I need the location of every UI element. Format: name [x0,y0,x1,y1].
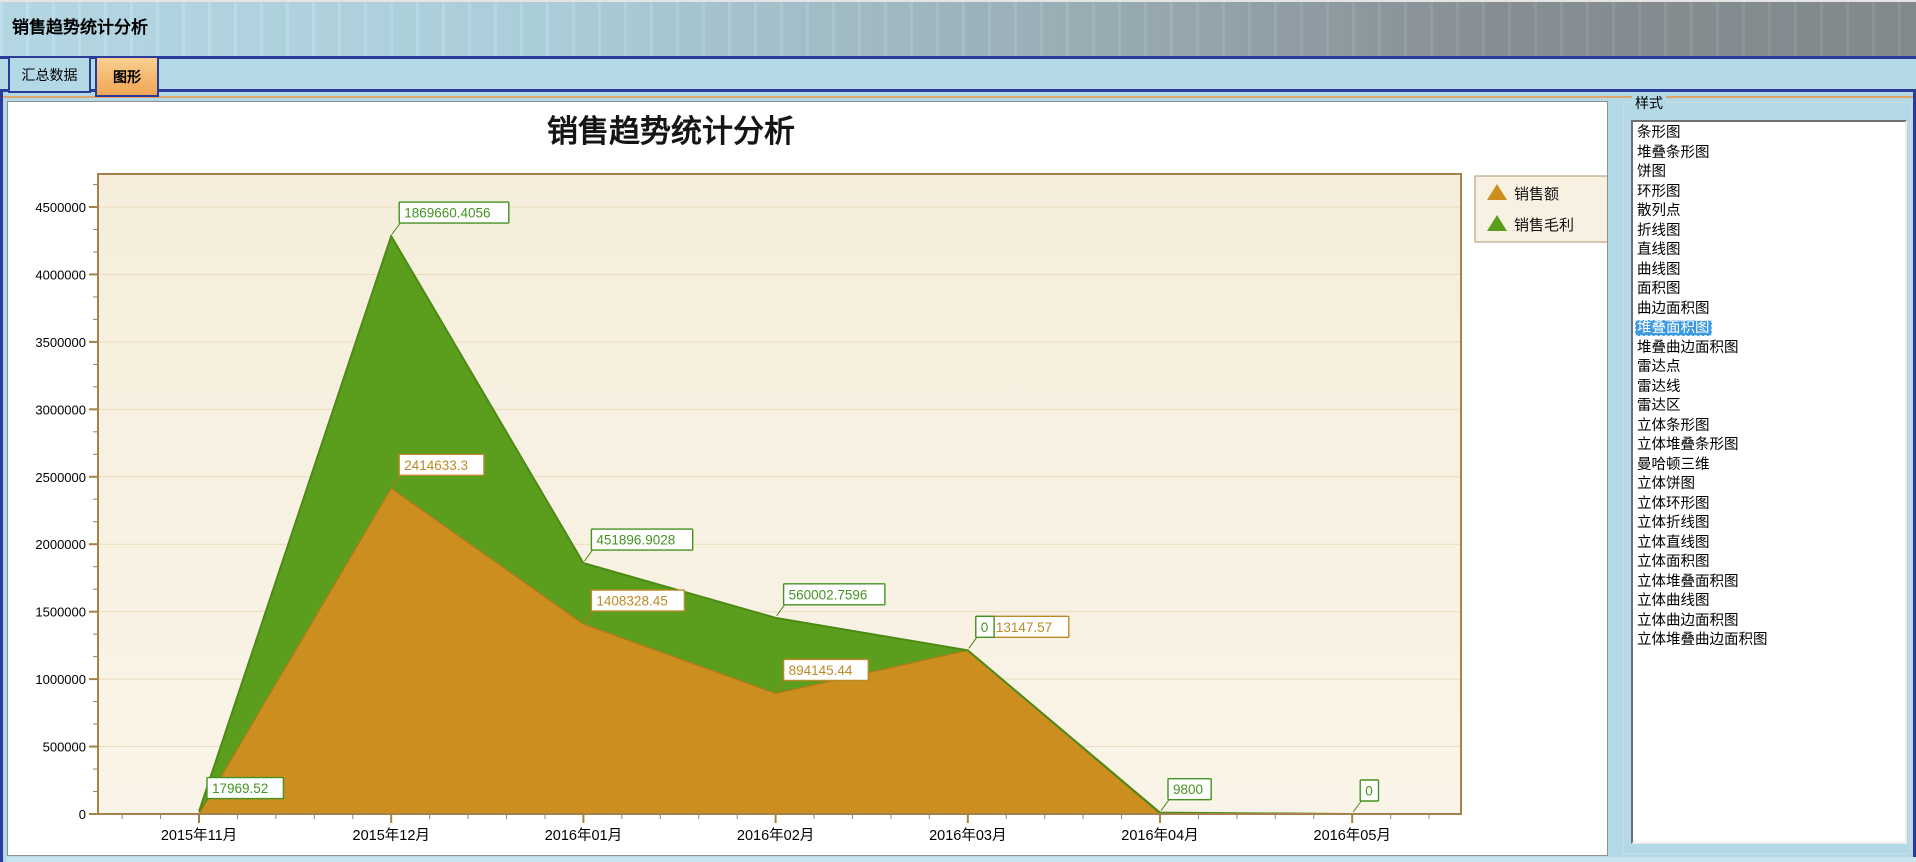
chart-style-listbox[interactable]: 条形图堆叠条形图饼图环形图散列点折线图直线图曲线图面积图曲边面积图堆叠面积图堆叠… [1631,120,1907,844]
style-option[interactable]: 曼哈顿三维 [1635,456,1905,476]
y-axis-label: 2500000 [35,470,86,485]
legend-entry: 销售额 [1514,186,1559,203]
sales-trend-chart: 0 500000 1000000 1500000 2000000 2500000 30000… [8,102,1607,855]
style-group-title: 样式 [1632,93,1666,113]
style-option[interactable]: 雷达线 [1635,378,1905,398]
y-axis-label: 1500000 [35,605,86,620]
y-axis-label: 1000000 [35,672,86,687]
value-label: 1408328.45 [596,594,667,609]
y-axis-label: 0 [79,807,86,822]
x-axis-label: 2015年12月 [353,827,430,844]
value-label: 2414633.3 [404,458,468,473]
x-axis-label: 2016年01月 [545,827,622,844]
tabstrip-divider [0,56,1916,59]
chart-panel: 0 500000 1000000 1500000 2000000 2500000 30000… [7,101,1608,856]
y-axis-label: 3500000 [35,335,86,350]
style-option[interactable]: 立体堆叠条形图 [1635,436,1905,456]
x-axis-label: 2016年05月 [1314,827,1391,844]
style-option[interactable]: 立体环形图 [1635,495,1905,515]
style-option[interactable]: 折线图 [1635,222,1905,242]
tab-label: 汇总数据 [22,65,78,85]
style-option[interactable]: 直线图 [1635,241,1905,261]
style-option[interactable]: 环形图 [1635,183,1905,203]
style-option[interactable]: 堆叠条形图 [1635,144,1905,164]
y-axis-label: 2000000 [35,537,86,552]
style-option[interactable]: 立体条形图 [1635,417,1905,437]
style-groupbox: 样式 条形图堆叠条形图饼图环形图散列点折线图直线图曲线图面积图曲边面积图堆叠面积… [1620,93,1914,859]
style-option[interactable]: 立体曲线图 [1635,592,1905,612]
y-axis-label: 500000 [43,740,86,755]
style-option[interactable]: 立体堆叠面积图 [1635,573,1905,593]
y-axis-label: 4500000 [35,200,86,215]
style-option[interactable]: 立体面积图 [1635,553,1905,573]
style-option[interactable]: 雷达点 [1635,358,1905,378]
style-option[interactable]: 面积图 [1635,280,1905,300]
value-label: 0 [1365,784,1373,799]
tab-chart[interactable]: 图形 [95,56,159,97]
x-axis-label: 2016年02月 [737,827,814,844]
bottom-strip [6,857,1916,862]
value-label: 894145.44 [789,663,853,678]
style-option[interactable]: 堆叠面积图 [1635,319,1905,339]
value-label: 560002.7596 [789,587,868,602]
chart-title: 销售趋势统计分析 [547,114,795,149]
tab-label: 图形 [113,67,141,87]
tab-content-area: 0 500000 1000000 1500000 2000000 2500000 30000… [0,89,1916,862]
y-axis-label: 3000000 [35,402,86,417]
value-label: 451896.9028 [596,533,675,548]
legend-entry: 销售毛利 [1514,217,1574,234]
style-option[interactable]: 堆叠曲边面积图 [1635,339,1905,359]
style-option[interactable]: 立体堆叠曲边面积图 [1635,631,1905,651]
style-option[interactable]: 饼图 [1635,163,1905,183]
value-label: 0 [981,620,989,635]
style-option[interactable]: 曲边面积图 [1635,300,1905,320]
style-option[interactable]: 立体直线图 [1635,534,1905,554]
style-option[interactable]: 立体饼图 [1635,475,1905,495]
y-axis-label: 4000000 [35,267,86,282]
value-label: 17969.52 [212,781,268,796]
window-titlebar: 销售趋势统计分析 [0,0,1916,56]
application-window: 销售趋势统计分析 汇总数据 图形 0 500000 1000000 1500000 20… [0,0,1916,862]
style-option[interactable]: 曲线图 [1635,261,1905,281]
tab-summary-data[interactable]: 汇总数据 [8,56,91,93]
x-axis-label: 2015年11月 [161,827,237,844]
style-option[interactable]: 条形图 [1635,124,1905,144]
value-label: 9800 [1173,782,1203,797]
window-title: 销售趋势统计分析 [12,13,148,38]
x-axis-label: 2016年04月 [1121,827,1198,844]
style-option[interactable]: 散列点 [1635,202,1905,222]
style-option[interactable]: 雷达区 [1635,397,1905,417]
x-axis-label: 2016年03月 [929,827,1006,844]
style-option[interactable]: 立体曲边面积图 [1635,612,1905,632]
value-label: 1869660.4056 [404,206,490,221]
style-option[interactable]: 立体折线图 [1635,514,1905,534]
